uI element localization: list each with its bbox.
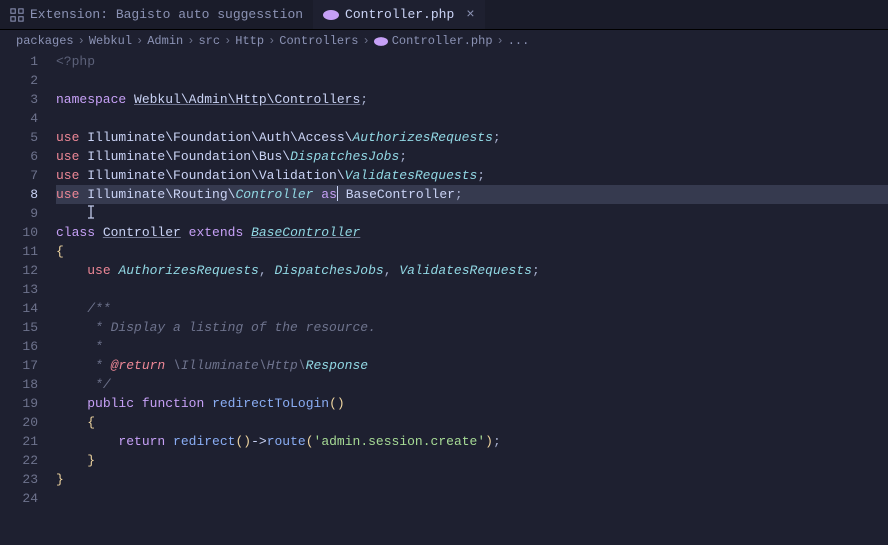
line-number: 2 <box>0 71 38 90</box>
code-area[interactable]: <?php namespace Webkul\Admin\Http\Contro… <box>56 52 888 508</box>
code-line <box>56 71 888 90</box>
line-number: 9 <box>0 204 38 223</box>
tab-bar: Extension: Bagisto auto suggesstion Cont… <box>0 0 888 30</box>
code-line: { <box>56 413 888 432</box>
tab-label: Extension: Bagisto auto suggesstion <box>30 7 303 22</box>
code-line: * <box>56 337 888 356</box>
line-number: 8 <box>0 185 38 204</box>
breadcrumb-segment[interactable]: packages <box>16 34 74 48</box>
chevron-right-icon: › <box>224 34 231 48</box>
editor[interactable]: 1 2 3 4 5 6 7 8 9 10 11 12 13 14 15 16 1… <box>0 52 888 508</box>
breadcrumb-segment[interactable]: Controllers <box>279 34 358 48</box>
line-number: 14 <box>0 299 38 318</box>
code-line: use Illuminate\Foundation\Bus\Dispatches… <box>56 147 888 166</box>
line-number: 7 <box>0 166 38 185</box>
text-cursor <box>337 186 338 201</box>
line-number: 4 <box>0 109 38 128</box>
code-line: } <box>56 470 888 489</box>
code-line <box>56 280 888 299</box>
chevron-right-icon: › <box>136 34 143 48</box>
code-line: use AuthorizesRequests, DispatchesJobs, … <box>56 261 888 280</box>
code-line: public function redirectToLogin() <box>56 394 888 413</box>
line-number: 10 <box>0 223 38 242</box>
breadcrumb-trailing: ... <box>508 34 530 48</box>
breadcrumb-segment[interactable]: Admin <box>147 34 183 48</box>
line-number: 23 <box>0 470 38 489</box>
tab-extension[interactable]: Extension: Bagisto auto suggesstion <box>0 0 313 29</box>
code-line: use Illuminate\Foundation\Validation\Val… <box>56 166 888 185</box>
php-icon <box>374 37 388 46</box>
line-number: 22 <box>0 451 38 470</box>
line-number: 13 <box>0 280 38 299</box>
line-number: 24 <box>0 489 38 508</box>
chevron-right-icon: › <box>497 34 504 48</box>
breadcrumb: packages › Webkul › Admin › src › Http ›… <box>0 30 888 52</box>
tab-label: Controller.php <box>345 7 454 22</box>
line-number: 6 <box>0 147 38 166</box>
chevron-right-icon: › <box>268 34 275 48</box>
line-number: 11 <box>0 242 38 261</box>
breadcrumb-segment[interactable]: src <box>198 34 220 48</box>
code-line: return redirect()->route('admin.session.… <box>56 432 888 451</box>
line-gutter: 1 2 3 4 5 6 7 8 9 10 11 12 13 14 15 16 1… <box>0 52 56 508</box>
line-number: 19 <box>0 394 38 413</box>
close-icon[interactable]: × <box>466 7 474 23</box>
line-number: 12 <box>0 261 38 280</box>
chevron-right-icon: › <box>363 34 370 48</box>
code-line: } <box>56 451 888 470</box>
breadcrumb-segment[interactable]: Http <box>235 34 264 48</box>
line-number: 18 <box>0 375 38 394</box>
line-number: 1 <box>0 52 38 71</box>
grid-icon <box>10 8 24 22</box>
ibeam-cursor-icon <box>87 205 95 225</box>
line-number: 15 <box>0 318 38 337</box>
line-number: 3 <box>0 90 38 109</box>
breadcrumb-segment[interactable]: Webkul <box>89 34 132 48</box>
line-number: 20 <box>0 413 38 432</box>
code-line: * Display a listing of the resource. <box>56 318 888 337</box>
code-line <box>56 489 888 508</box>
code-line <box>56 204 888 223</box>
code-line: <?php <box>56 52 888 71</box>
code-line <box>56 109 888 128</box>
code-line: use Illuminate\Routing\Controller as Bas… <box>56 185 888 204</box>
chevron-right-icon: › <box>187 34 194 48</box>
code-line: use Illuminate\Foundation\Auth\Access\Au… <box>56 128 888 147</box>
line-number: 16 <box>0 337 38 356</box>
php-icon <box>323 10 339 20</box>
tab-controller[interactable]: Controller.php × <box>313 0 485 29</box>
code-line: namespace Webkul\Admin\Http\Controllers; <box>56 90 888 109</box>
code-line: */ <box>56 375 888 394</box>
code-line: class Controller extends BaseController <box>56 223 888 242</box>
code-line: * @return \Illuminate\Http\Response <box>56 356 888 375</box>
chevron-right-icon: › <box>78 34 85 48</box>
breadcrumb-file[interactable]: Controller.php <box>374 34 493 48</box>
line-number: 17 <box>0 356 38 375</box>
code-line: /** <box>56 299 888 318</box>
line-number: 21 <box>0 432 38 451</box>
code-line: { <box>56 242 888 261</box>
line-number: 5 <box>0 128 38 147</box>
